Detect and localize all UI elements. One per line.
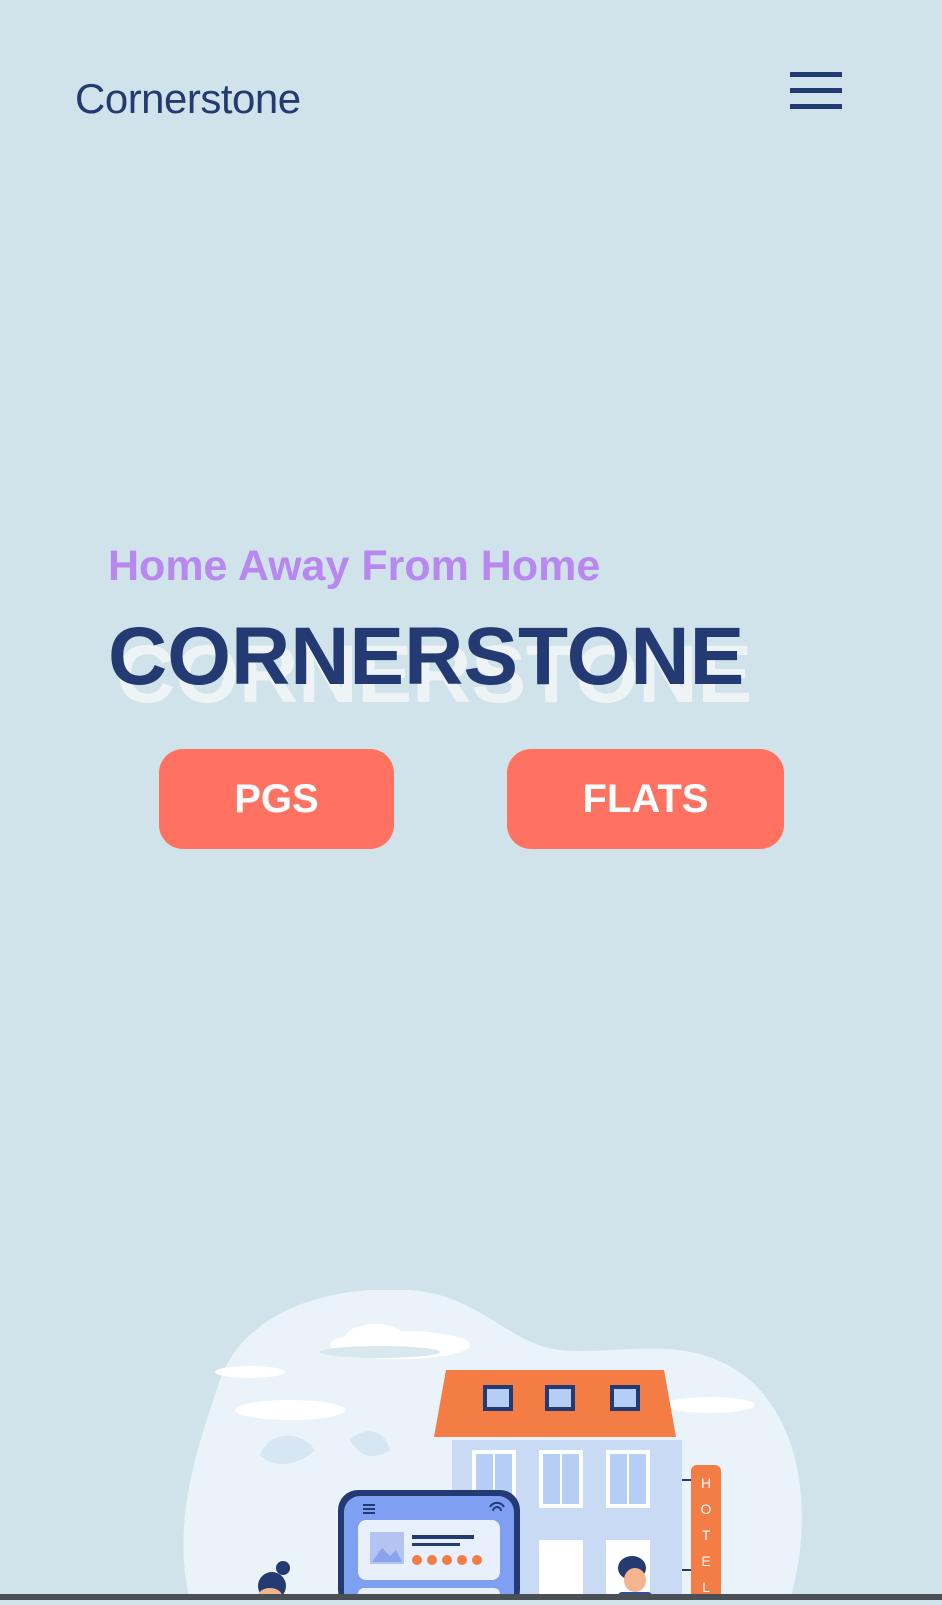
hotel-illustration: H O T E L bbox=[150, 1289, 810, 1605]
flats-button[interactable]: FLATS bbox=[507, 749, 784, 849]
hotel-illustration-svg: H O T E L bbox=[183, 1289, 802, 1605]
phone-booking-icon bbox=[338, 1490, 520, 1605]
site-header: Cornerstone bbox=[0, 0, 942, 200]
sign-letter: E bbox=[701, 1553, 710, 1569]
brand-logo[interactable]: Cornerstone bbox=[75, 74, 301, 124]
sign-letter: O bbox=[701, 1501, 712, 1517]
hero-section: Home Away From Home CORNERSTONE CORNERST… bbox=[0, 520, 942, 860]
cloud-shadow bbox=[320, 1346, 440, 1358]
menu-bar bbox=[790, 104, 842, 109]
sign-letter: H bbox=[701, 1475, 711, 1491]
sign-letter: T bbox=[702, 1527, 711, 1543]
hamburger-menu-icon[interactable] bbox=[790, 70, 842, 112]
menu-bar bbox=[790, 72, 842, 77]
sign-letter: L bbox=[702, 1579, 710, 1595]
hero-title-wrap: CORNERSTONE CORNERSTONE bbox=[108, 611, 868, 720]
pgs-button[interactable]: PGS bbox=[159, 749, 394, 849]
hero-tagline: Home Away From Home bbox=[108, 542, 601, 590]
bottom-bar bbox=[0, 1594, 942, 1600]
menu-bar bbox=[790, 88, 842, 93]
hero-title: CORNERSTONE bbox=[108, 611, 745, 702]
